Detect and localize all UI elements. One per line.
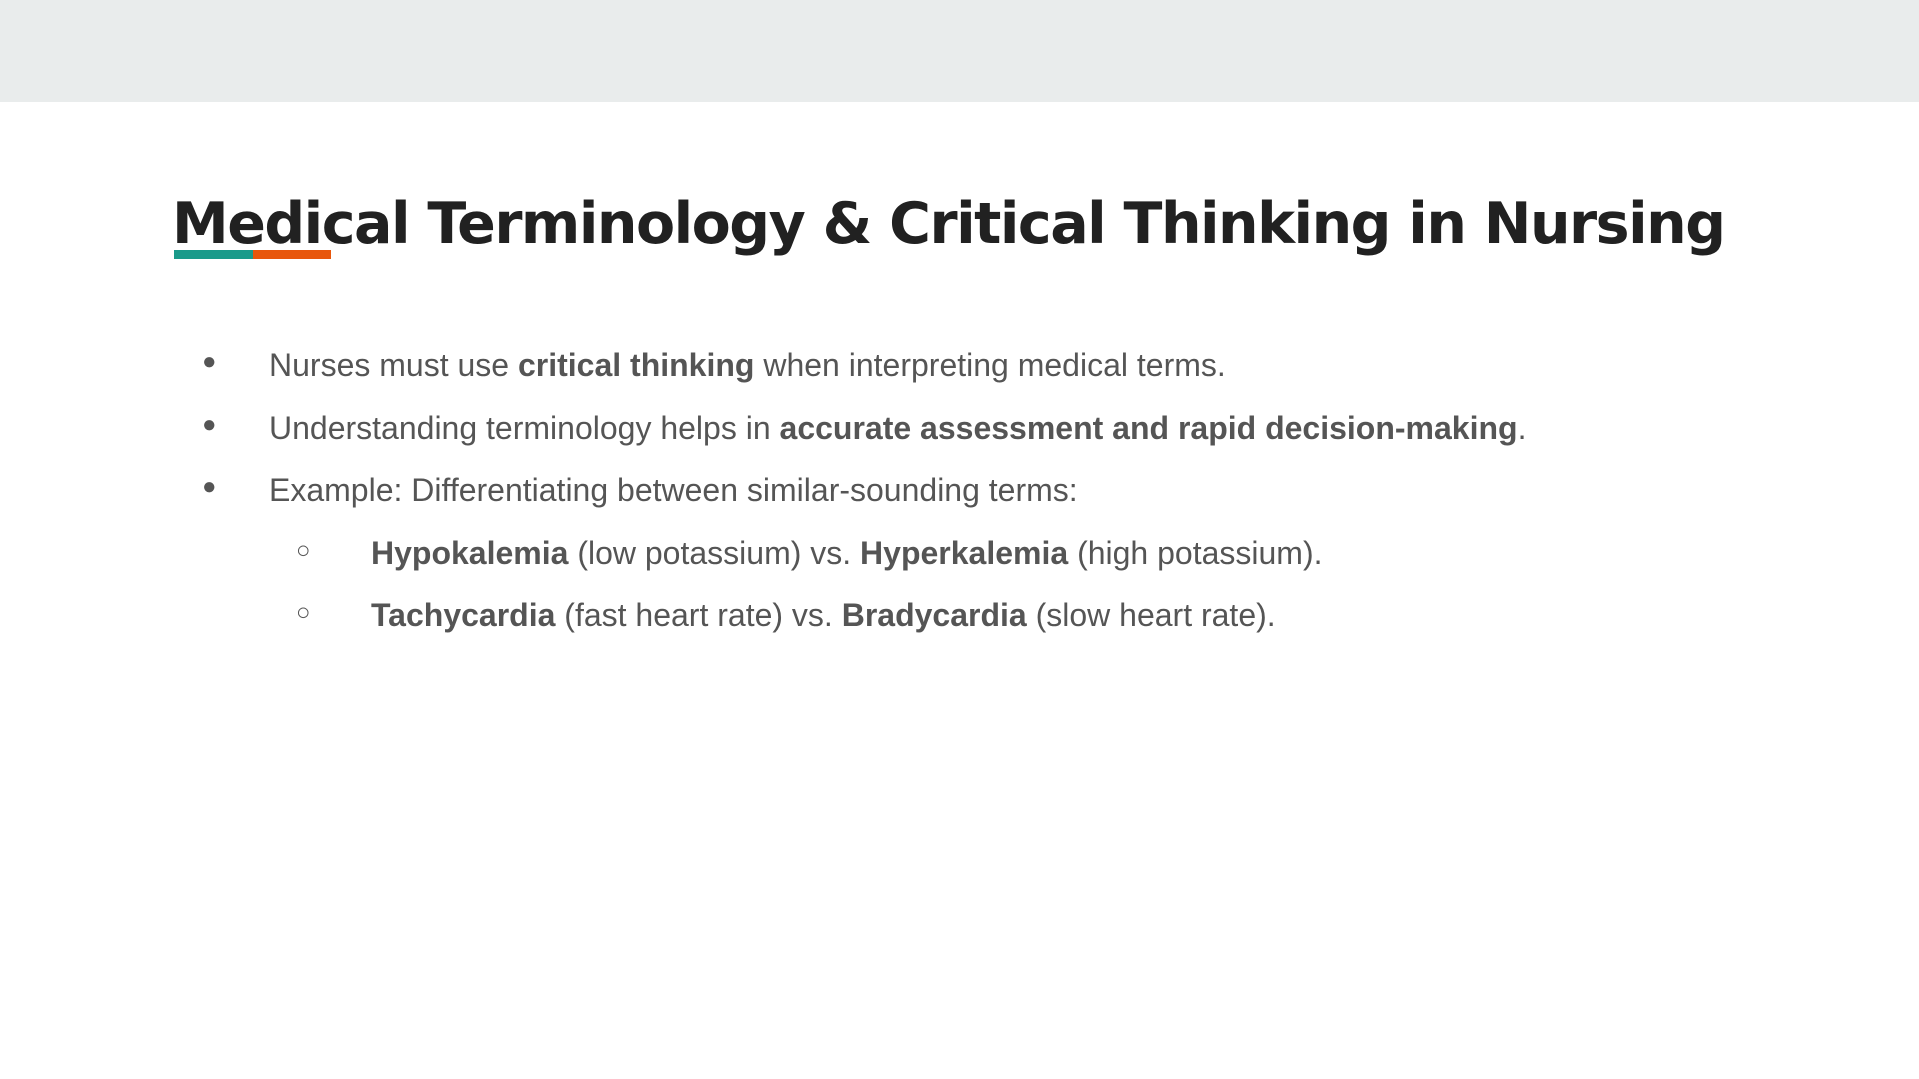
bullet-item-example: ● Example: Differentiating between simil… — [0, 461, 1919, 524]
bold-term: Bradycardia — [841, 597, 1027, 634]
sub-bullet-marker-icon: ○ — [296, 599, 311, 627]
sub-bullet-marker-icon: ○ — [296, 536, 311, 564]
bullet-marker-icon: ● — [202, 473, 217, 501]
bullet-item-terminology: ● Understanding terminology helps in acc… — [0, 399, 1919, 462]
bullet-marker-icon: ● — [202, 348, 217, 375]
bold-term: Tachycardia — [371, 597, 556, 634]
bold-term: Hypokalemia — [371, 534, 569, 571]
bold-term: accurate assessment and rapid decision-m… — [779, 409, 1518, 446]
sub-bullet-text: Hypokalemia (low potassium) vs. Hyperkal… — [371, 534, 1323, 571]
bullet-text: Nurses must use critical thinking when i… — [269, 347, 1226, 383]
bold-term: critical thinking — [517, 347, 755, 383]
slide-title: Medical Terminology & Critical Thinking … — [172, 191, 1726, 257]
sub-bullet-item-cardia: ○ Tachycardia (fast heart rate) vs. Brad… — [0, 586, 1919, 649]
bullet-item-critical-thinking: ● Nurses must use critical thinking when… — [0, 336, 1919, 399]
bullet-text: Understanding terminology helps in accur… — [269, 409, 1527, 446]
top-bar — [0, 0, 1919, 102]
sub-bullet-text: Tachycardia (fast heart rate) vs. Bradyc… — [371, 597, 1276, 634]
sub-bullet-item-kalemia: ○ Hypokalemia (low potassium) vs. Hyperk… — [0, 524, 1919, 587]
bullet-text: Example: Differentiating between similar… — [269, 472, 1078, 509]
bullet-marker-icon: ● — [202, 410, 217, 438]
bold-term: Hyperkalemia — [860, 534, 1069, 571]
bullet-list: ● Nurses must use critical thinking when… — [0, 336, 1919, 649]
